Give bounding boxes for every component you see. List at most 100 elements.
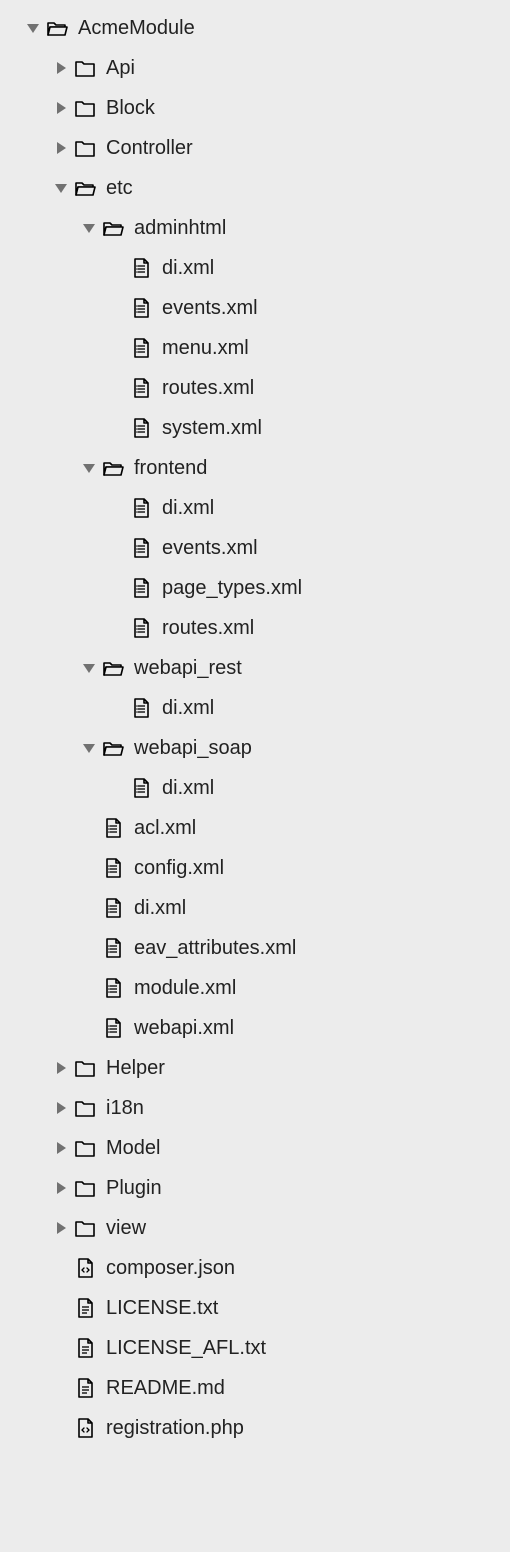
tree-item[interactable]: Api — [0, 48, 510, 88]
xml-file-icon — [128, 777, 154, 799]
tree-item-label: Api — [106, 57, 135, 80]
tree-item-label: etc — [106, 177, 133, 200]
disclosure-triangle-collapsed-icon[interactable] — [52, 1221, 70, 1235]
tree-item[interactable]: frontend — [0, 448, 510, 488]
tree-item[interactable]: di.xml — [0, 488, 510, 528]
tree-item[interactable]: AcmeModule — [0, 8, 510, 48]
tree-item[interactable]: page_types.xml — [0, 568, 510, 608]
tree-item-label: LICENSE_AFL.txt — [106, 1337, 266, 1360]
folder-icon — [72, 1057, 98, 1079]
tree-item[interactable]: Block — [0, 88, 510, 128]
file-tree: AcmeModule Api Block Controller etc adminhtml… — [0, 8, 510, 1448]
code-file-icon — [72, 1417, 98, 1439]
xml-file-icon — [100, 977, 126, 999]
tree-item[interactable]: di.xml — [0, 248, 510, 288]
tree-item[interactable]: i18n — [0, 1088, 510, 1128]
tree-item-label: di.xml — [162, 777, 214, 800]
disclosure-triangle-collapsed-icon[interactable] — [52, 1101, 70, 1115]
xml-file-icon — [128, 497, 154, 519]
tree-item[interactable]: eav_attributes.xml — [0, 928, 510, 968]
folder-icon — [72, 137, 98, 159]
tree-item-label: module.xml — [134, 977, 236, 1000]
tree-item[interactable]: webapi_soap — [0, 728, 510, 768]
tree-item-label: acl.xml — [134, 817, 196, 840]
disclosure-triangle-expanded-icon[interactable] — [80, 661, 98, 675]
disclosure-triangle-expanded-icon[interactable] — [80, 461, 98, 475]
folder-icon — [72, 1217, 98, 1239]
text-file-icon — [72, 1337, 98, 1359]
disclosure-triangle-expanded-icon[interactable] — [24, 21, 42, 35]
tree-item[interactable]: view — [0, 1208, 510, 1248]
folder-open-icon — [72, 177, 98, 199]
tree-item[interactable]: Controller — [0, 128, 510, 168]
disclosure-triangle-expanded-icon[interactable] — [52, 181, 70, 195]
tree-item-label: Controller — [106, 137, 193, 160]
tree-item[interactable]: menu.xml — [0, 328, 510, 368]
disclosure-triangle-expanded-icon[interactable] — [80, 221, 98, 235]
disclosure-triangle-collapsed-icon[interactable] — [52, 101, 70, 115]
tree-item[interactable]: module.xml — [0, 968, 510, 1008]
tree-item[interactable]: di.xml — [0, 768, 510, 808]
tree-item-label: page_types.xml — [162, 577, 302, 600]
tree-item[interactable]: acl.xml — [0, 808, 510, 848]
text-file-icon — [72, 1297, 98, 1319]
tree-item[interactable]: webapi.xml — [0, 1008, 510, 1048]
folder-open-icon — [100, 217, 126, 239]
tree-item[interactable]: di.xml — [0, 888, 510, 928]
folder-icon — [72, 1177, 98, 1199]
xml-file-icon — [128, 617, 154, 639]
tree-item[interactable]: adminhtml — [0, 208, 510, 248]
tree-item[interactable]: Model — [0, 1128, 510, 1168]
tree-item[interactable]: README.md — [0, 1368, 510, 1408]
tree-item[interactable]: system.xml — [0, 408, 510, 448]
tree-item-label: README.md — [106, 1377, 225, 1400]
tree-item[interactable]: webapi_rest — [0, 648, 510, 688]
tree-item[interactable]: Plugin — [0, 1168, 510, 1208]
xml-file-icon — [128, 537, 154, 559]
tree-item-label: di.xml — [162, 497, 214, 520]
tree-item-label: system.xml — [162, 417, 262, 440]
tree-item-label: Plugin — [106, 1177, 162, 1200]
xml-file-icon — [100, 897, 126, 919]
tree-item-label: routes.xml — [162, 377, 254, 400]
tree-item[interactable]: LICENSE_AFL.txt — [0, 1328, 510, 1368]
tree-item-label: routes.xml — [162, 617, 254, 640]
tree-item-label: Model — [106, 1137, 160, 1160]
tree-item-label: registration.php — [106, 1417, 244, 1440]
disclosure-triangle-collapsed-icon[interactable] — [52, 61, 70, 75]
tree-item-label: di.xml — [134, 897, 186, 920]
disclosure-triangle-collapsed-icon[interactable] — [52, 1061, 70, 1075]
folder-icon — [72, 97, 98, 119]
folder-icon — [72, 1137, 98, 1159]
tree-item-label: events.xml — [162, 537, 258, 560]
tree-item[interactable]: routes.xml — [0, 368, 510, 408]
disclosure-triangle-collapsed-icon[interactable] — [52, 141, 70, 155]
tree-item[interactable]: events.xml — [0, 288, 510, 328]
folder-open-icon — [100, 657, 126, 679]
tree-item[interactable]: config.xml — [0, 848, 510, 888]
folder-open-icon — [44, 17, 70, 39]
tree-item[interactable]: di.xml — [0, 688, 510, 728]
tree-item[interactable]: composer.json — [0, 1248, 510, 1288]
xml-file-icon — [128, 377, 154, 399]
tree-item[interactable]: events.xml — [0, 528, 510, 568]
tree-item[interactable]: Helper — [0, 1048, 510, 1088]
xml-file-icon — [100, 1017, 126, 1039]
tree-item-label: view — [106, 1217, 146, 1240]
tree-item-label: config.xml — [134, 857, 224, 880]
xml-file-icon — [128, 257, 154, 279]
tree-item-label: i18n — [106, 1097, 144, 1120]
tree-item[interactable]: LICENSE.txt — [0, 1288, 510, 1328]
disclosure-triangle-collapsed-icon[interactable] — [52, 1181, 70, 1195]
tree-item-label: Block — [106, 97, 155, 120]
tree-item[interactable]: registration.php — [0, 1408, 510, 1448]
tree-item-label: events.xml — [162, 297, 258, 320]
xml-file-icon — [128, 697, 154, 719]
disclosure-triangle-expanded-icon[interactable] — [80, 741, 98, 755]
disclosure-triangle-collapsed-icon[interactable] — [52, 1141, 70, 1155]
tree-item[interactable]: etc — [0, 168, 510, 208]
code-file-icon — [72, 1257, 98, 1279]
text-file-icon — [72, 1377, 98, 1399]
tree-item-label: di.xml — [162, 697, 214, 720]
tree-item[interactable]: routes.xml — [0, 608, 510, 648]
